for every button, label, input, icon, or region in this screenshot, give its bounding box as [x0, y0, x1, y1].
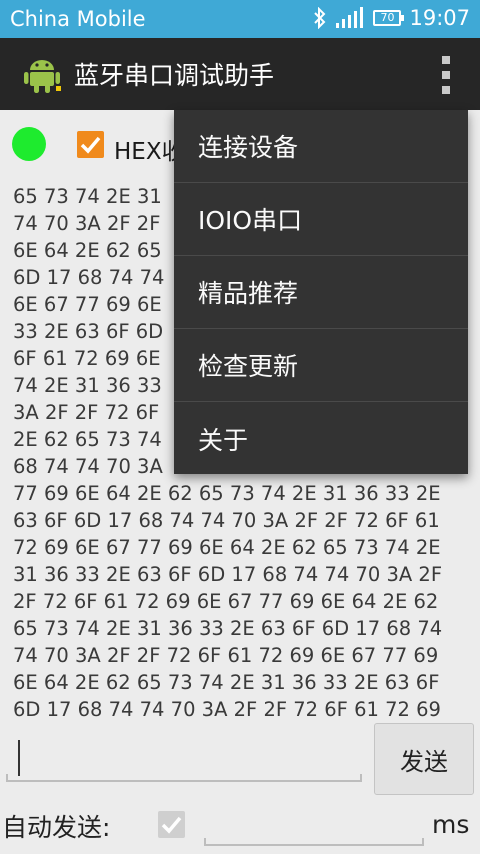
app-title: 蓝牙串口调试助手 [74, 61, 275, 90]
data-line: 6D 17 68 74 74 70 3A 2F 2F 72 6F 61 72 6… [13, 698, 441, 721]
status-bar: China Mobile 70 19:07 [0, 0, 480, 38]
send-button[interactable]: 发送 [374, 723, 474, 795]
data-line: 77 69 6E 64 2E 62 65 73 74 2E 31 36 33 2… [13, 482, 441, 505]
data-line: 31 36 33 2E 63 6F 6D 17 68 74 74 70 3A 2… [13, 563, 443, 586]
auto-send-label: 自动发送: [2, 813, 111, 842]
bluetooth-icon [314, 7, 326, 29]
menu-item-ioio-serial[interactable]: IOIO串口 [174, 183, 468, 256]
data-line: 74 70 3A 2F 2F 72 6F 61 72 69 6E 67 77 6… [13, 644, 439, 667]
checkmark-icon [80, 136, 101, 154]
menu-item-connect-device[interactable]: 连接设备 [174, 110, 468, 183]
data-line: 63 6F 6D 17 68 74 74 70 3A 2F 2F 72 6F 6… [13, 509, 440, 532]
hex-receive-checkbox[interactable] [77, 131, 104, 158]
auto-send-checkbox[interactable] [158, 811, 185, 838]
interval-input[interactable] [204, 800, 424, 846]
menu-item-recommended[interactable]: 精品推荐 [174, 256, 468, 329]
status-icons: 70 19:07 [313, 6, 470, 30]
checkmark-icon [161, 816, 182, 834]
status-clock: 19:07 [409, 6, 470, 30]
action-bar: 蓝牙串口调试助手 [0, 38, 480, 110]
menu-item-check-update[interactable]: 检查更新 [174, 329, 468, 402]
data-line: 72 69 6E 67 77 69 6E 64 2E 62 65 73 74 2… [13, 536, 441, 559]
text-caret [18, 740, 20, 776]
menu-item-about[interactable]: 关于 [174, 402, 468, 475]
overflow-menu-icon[interactable] [440, 56, 452, 94]
data-line: 65 73 74 2E 31 36 33 2E 63 6F 6D 17 68 7… [13, 617, 443, 640]
android-icon [24, 60, 61, 93]
data-line: 6E 64 2E 62 65 73 74 2E 31 36 33 2E 63 6… [13, 671, 440, 694]
overflow-menu: 连接设备 IOIO串口 精品推荐 检查更新 关于 [174, 110, 468, 474]
connection-status-indicator [12, 127, 46, 161]
signal-icon [336, 7, 364, 28]
battery-icon: 70 [373, 10, 405, 26]
data-line: 2F 72 6F 61 72 69 6E 67 77 69 6E 64 2E 6… [13, 590, 439, 613]
send-input[interactable] [6, 728, 362, 782]
interval-unit-label: ms [432, 810, 470, 839]
carrier-name: China Mobile [10, 7, 146, 31]
